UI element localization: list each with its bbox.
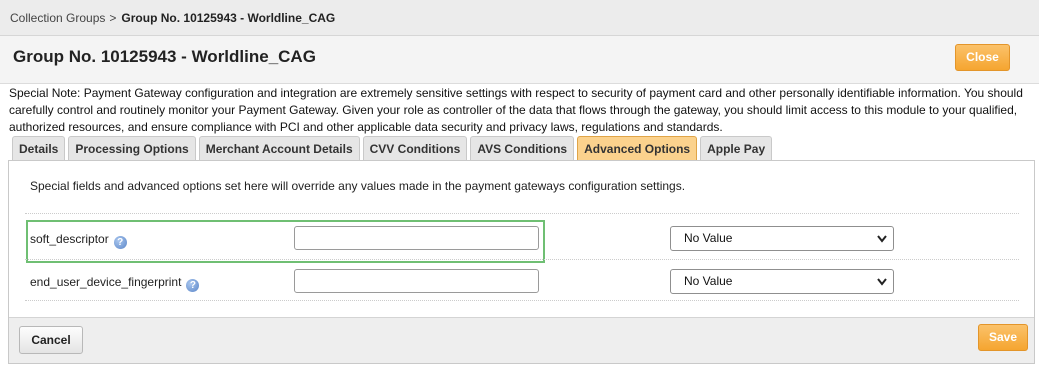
end-user-device-fingerprint-select-value: No Value	[684, 274, 733, 288]
tab-avs-conditions[interactable]: AVS Conditions	[470, 136, 575, 160]
tab-apple-pay[interactable]: Apple Pay	[700, 136, 773, 160]
soft-descriptor-label: soft_descriptor?	[30, 232, 127, 249]
soft-descriptor-label-text: soft_descriptor	[30, 232, 109, 246]
tab-bar: Details Processing Options Merchant Accoun…	[12, 136, 775, 161]
soft-descriptor-select[interactable]: No Value	[670, 226, 894, 251]
page-header: Group No. 10125943 - Worldline_CAG Close	[0, 36, 1039, 84]
soft-descriptor-select-value: No Value	[684, 231, 733, 245]
panel-description: Special fields and advanced options set …	[30, 179, 686, 193]
chevron-down-icon	[877, 278, 887, 286]
chevron-down-icon	[877, 235, 887, 243]
help-icon[interactable]: ?	[113, 236, 127, 249]
panel-footer: Cancel Save	[9, 317, 1034, 363]
divider	[25, 300, 1019, 301]
special-note: Special Note: Payment Gateway configurat…	[9, 86, 1023, 134]
end-user-device-fingerprint-label: end_user_device_fingerprint?	[30, 275, 200, 292]
tab-details[interactable]: Details	[12, 136, 66, 160]
cancel-button[interactable]: Cancel	[19, 326, 83, 354]
soft-descriptor-input[interactable]	[294, 226, 539, 250]
breadcrumb: Collection Groups > Group No. 10125943 - W…	[0, 0, 1039, 36]
tab-cvv-conditions[interactable]: CVV Conditions	[362, 136, 468, 160]
breadcrumb-link-collection-groups[interactable]: Collection Groups	[10, 11, 105, 25]
divider	[25, 259, 1019, 260]
advanced-options-panel: Special fields and advanced options set …	[8, 160, 1035, 364]
page-title: Group No. 10125943 - Worldline_CAG	[13, 47, 316, 66]
breadcrumb-separator: >	[109, 11, 117, 25]
end-user-device-fingerprint-input[interactable]	[294, 269, 539, 293]
divider	[25, 213, 1019, 214]
help-icon[interactable]: ?	[186, 279, 200, 292]
save-button[interactable]: Save	[978, 324, 1028, 351]
tab-advanced-options[interactable]: Advanced Options	[577, 136, 698, 161]
close-button[interactable]: Close	[955, 44, 1010, 71]
tab-merchant-account-details[interactable]: Merchant Account Details	[198, 136, 360, 160]
breadcrumb-current: Group No. 10125943 - Worldline_CAG	[121, 11, 336, 25]
end-user-device-fingerprint-label-text: end_user_device_fingerprint	[30, 275, 182, 289]
tab-processing-options[interactable]: Processing Options	[68, 136, 196, 160]
end-user-device-fingerprint-select[interactable]: No Value	[670, 269, 894, 294]
